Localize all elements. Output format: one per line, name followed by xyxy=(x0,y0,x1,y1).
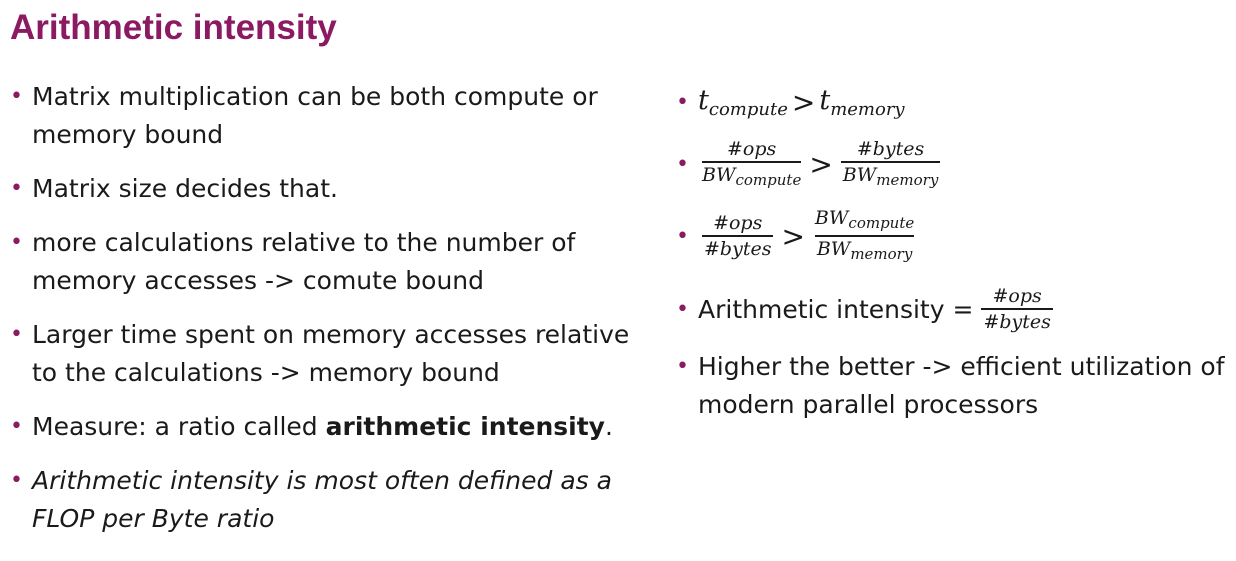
bullet-item: • Arithmetic intensity is most often def… xyxy=(10,462,650,538)
bullet-item: • Matrix size decides that. xyxy=(10,170,650,208)
bullet-dot-icon: • xyxy=(676,89,689,115)
formula-item: • #ops BWcompute > #bytes BWmemory xyxy=(676,134,1236,194)
bullet-text: Higher the better -> efficient utilizati… xyxy=(698,352,1225,419)
formula-item: • #ops #bytes > BWcompute BWmemory xyxy=(676,206,1236,266)
greater-than-sign: > xyxy=(809,147,833,181)
bullet-dot-icon: • xyxy=(676,354,689,379)
formula-t-memory: tmemory xyxy=(819,84,905,120)
formula-t-compute: tcompute xyxy=(698,84,788,120)
bullet-dot-icon: • xyxy=(676,296,689,322)
fraction-ops-over-bytes: #ops #bytes xyxy=(981,285,1053,333)
bullet-item: • Higher the better -> efficient utiliza… xyxy=(676,348,1228,424)
bullet-item: • Larger time spent on memory accesses r… xyxy=(10,316,650,392)
bullet-item: • Measure: a ratio called arithmetic int… xyxy=(10,408,650,446)
fraction-ops-over-bw-compute: #ops BWcompute xyxy=(702,137,802,192)
fraction-bytes-over-bw-memory: #bytes BWmemory xyxy=(840,137,941,192)
formula-item: • tcompute > tmemory xyxy=(676,84,1236,120)
bullet-text-bold: arithmetic intensity xyxy=(325,412,605,441)
bullet-dot-icon: • xyxy=(10,468,23,493)
bullet-text: more calculations relative to the number… xyxy=(32,228,576,295)
bullet-item: • Matrix multiplication can be both comp… xyxy=(10,78,650,154)
fraction-ops-over-bytes: #ops #bytes xyxy=(702,212,774,260)
greater-than-sign: > xyxy=(781,219,805,253)
slide-title: Arithmetic intensity xyxy=(10,8,337,47)
right-formula-list: • tcompute > tmemory • #ops BWcompute > … xyxy=(676,84,1236,424)
bullet-dot-icon: • xyxy=(676,151,689,177)
left-bullet-list: • Matrix multiplication can be both comp… xyxy=(10,78,650,554)
bullet-text: Matrix size decides that. xyxy=(32,174,338,203)
bullet-dot-icon: • xyxy=(10,176,23,201)
bullet-dot-icon: • xyxy=(10,322,23,347)
bullet-text: Larger time spent on memory accesses rel… xyxy=(32,320,630,387)
bullet-text-suffix: . xyxy=(604,412,613,441)
bullet-text: Matrix multiplication can be both comput… xyxy=(32,82,598,149)
greater-than-sign: > xyxy=(791,85,816,119)
arithmetic-intensity-label: Arithmetic intensity = xyxy=(698,294,974,324)
bullet-text-prefix: Measure: a ratio called xyxy=(32,412,326,441)
bullet-dot-icon: • xyxy=(10,230,23,255)
bullet-item: • more calculations relative to the numb… xyxy=(10,224,650,300)
fraction-bw-compute-over-bw-memory: BWcompute BWmemory xyxy=(813,206,916,266)
formula-item: • Arithmetic intensity = #ops #bytes xyxy=(676,280,1236,338)
bullet-dot-icon: • xyxy=(10,84,23,109)
bullet-dot-icon: • xyxy=(10,414,23,439)
bullet-dot-icon: • xyxy=(676,223,689,249)
bullet-text: Arithmetic intensity is most often defin… xyxy=(32,466,612,533)
